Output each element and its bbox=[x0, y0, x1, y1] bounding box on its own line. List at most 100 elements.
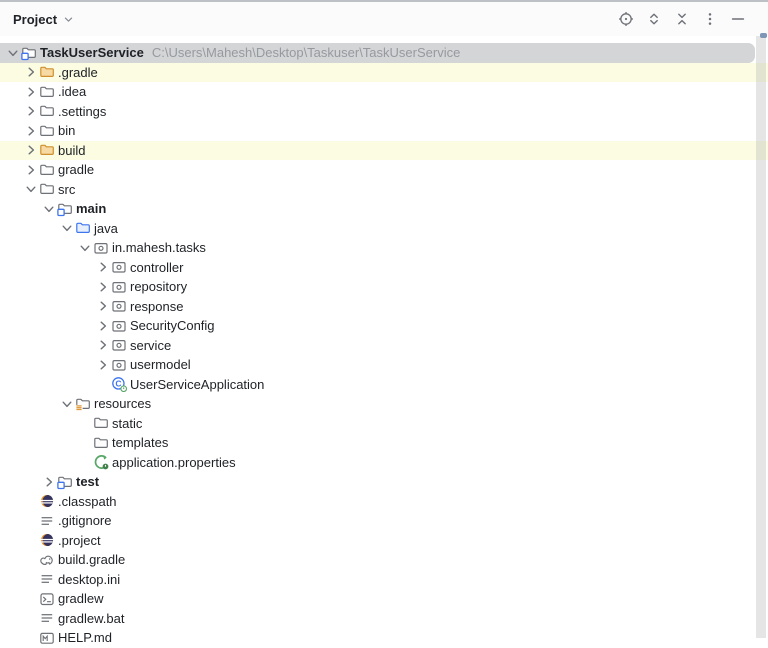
tree-row[interactable]: .idea bbox=[0, 82, 768, 102]
tree-row[interactable]: .settings bbox=[0, 102, 768, 122]
tree-row[interactable]: main bbox=[0, 199, 768, 219]
tree-item-label: build bbox=[58, 143, 85, 158]
tree-row[interactable]: gradle bbox=[0, 160, 768, 180]
tree-row[interactable]: response bbox=[0, 297, 768, 317]
package-icon bbox=[111, 318, 127, 334]
tree-row[interactable]: .gitignore bbox=[0, 511, 768, 531]
tree-row[interactable]: desktop.ini bbox=[0, 570, 768, 590]
chevron-expanded-icon[interactable] bbox=[58, 396, 75, 412]
select-opened-file-icon[interactable] bbox=[618, 11, 634, 27]
chevron-collapsed-icon[interactable] bbox=[40, 474, 57, 490]
tree-row[interactable]: gradlew bbox=[0, 589, 768, 609]
tree-row[interactable]: .project bbox=[0, 531, 768, 551]
chevron-spacer bbox=[22, 591, 39, 607]
tree-item-label: .gradle bbox=[58, 65, 98, 80]
tree-item-label: application.properties bbox=[112, 455, 236, 470]
tree-item-label: SecurityConfig bbox=[130, 318, 215, 333]
chevron-spacer bbox=[76, 454, 93, 470]
text-file-icon bbox=[39, 610, 55, 626]
chevron-collapsed-icon[interactable] bbox=[94, 357, 111, 373]
chevron-expanded-icon[interactable] bbox=[40, 201, 57, 217]
module-folder-icon bbox=[21, 45, 37, 61]
more-options-icon[interactable] bbox=[702, 11, 718, 27]
tree-row[interactable]: templates bbox=[0, 433, 768, 453]
scrollbar-track[interactable] bbox=[756, 36, 766, 638]
tree-row[interactable]: resources bbox=[0, 394, 768, 414]
package-icon bbox=[93, 240, 109, 256]
tree-item-label: main bbox=[76, 201, 106, 216]
tree-row[interactable]: static bbox=[0, 414, 768, 434]
tree-item-label: src bbox=[58, 182, 75, 197]
chevron-expanded-icon[interactable] bbox=[22, 181, 39, 197]
chevron-collapsed-icon[interactable] bbox=[22, 64, 39, 80]
scrollbar-thumb[interactable] bbox=[760, 33, 767, 38]
tree-row[interactable]: usermodel bbox=[0, 355, 768, 375]
tree-item-label: java bbox=[94, 221, 118, 236]
tree-item-label: in.mahesh.tasks bbox=[112, 240, 206, 255]
chevron-collapsed-icon[interactable] bbox=[94, 298, 111, 314]
folder-icon bbox=[39, 123, 55, 139]
tree-row[interactable]: test bbox=[0, 472, 768, 492]
gradle-file-icon bbox=[39, 552, 55, 568]
folder-icon bbox=[93, 415, 109, 431]
tree-item-label: build.gradle bbox=[58, 552, 125, 567]
tree-row[interactable]: gradlew.bat bbox=[0, 609, 768, 629]
project-tree: TaskUserServiceC:\Users\Mahesh\Desktop\T… bbox=[0, 36, 768, 638]
tree-row[interactable]: service bbox=[0, 336, 768, 356]
tree-row[interactable]: build bbox=[0, 141, 768, 161]
svg-text:C: C bbox=[115, 379, 121, 389]
chevron-collapsed-icon[interactable] bbox=[22, 84, 39, 100]
expand-all-icon[interactable] bbox=[646, 11, 662, 27]
tree-item-label: TaskUserService bbox=[40, 45, 144, 60]
eclipse-file-icon bbox=[39, 532, 55, 548]
chevron-expanded-icon[interactable] bbox=[58, 220, 75, 236]
tree-item-label: resources bbox=[94, 396, 151, 411]
chevron-collapsed-icon[interactable] bbox=[94, 337, 111, 353]
tree-item-label: UserServiceApplication bbox=[130, 377, 264, 392]
module-folder-icon bbox=[57, 474, 73, 490]
chevron-expanded-icon[interactable] bbox=[4, 45, 21, 61]
tree-row[interactable]: .classpath bbox=[0, 492, 768, 512]
tree-item-label: static bbox=[112, 416, 142, 431]
hide-panel-icon[interactable] bbox=[730, 11, 746, 27]
tree-row[interactable]: src bbox=[0, 180, 768, 200]
tree-row[interactable]: SecurityConfig bbox=[0, 316, 768, 336]
tree-row[interactable]: application.properties bbox=[0, 453, 768, 473]
java-class-icon: C bbox=[111, 376, 127, 392]
tree-row[interactable]: repository bbox=[0, 277, 768, 297]
tree-item-label: .idea bbox=[58, 84, 86, 99]
chevron-spacer bbox=[22, 571, 39, 587]
folder-icon bbox=[93, 435, 109, 451]
tree-row[interactable]: java bbox=[0, 219, 768, 239]
tree-item-label: gradle bbox=[58, 162, 94, 177]
tree-row[interactable]: build.gradle bbox=[0, 550, 768, 570]
tree-item-label: usermodel bbox=[130, 357, 191, 372]
tree-item-label: repository bbox=[130, 279, 187, 294]
chevron-collapsed-icon[interactable] bbox=[94, 259, 111, 275]
folder-icon bbox=[39, 181, 55, 197]
project-view-switcher[interactable]: Project bbox=[13, 12, 75, 27]
chevron-expanded-icon[interactable] bbox=[76, 240, 93, 256]
package-icon bbox=[111, 279, 127, 295]
tree-row[interactable]: bin bbox=[0, 121, 768, 141]
chevron-collapsed-icon[interactable] bbox=[22, 123, 39, 139]
tree-row[interactable]: .gradle bbox=[0, 63, 768, 83]
chevron-collapsed-icon[interactable] bbox=[94, 318, 111, 334]
collapse-all-icon[interactable] bbox=[674, 11, 690, 27]
tree-row[interactable]: TaskUserServiceC:\Users\Mahesh\Desktop\T… bbox=[0, 43, 755, 63]
chevron-collapsed-icon[interactable] bbox=[22, 162, 39, 178]
tree-item-label: gradlew.bat bbox=[58, 611, 125, 626]
tree-item-label: service bbox=[130, 338, 171, 353]
chevron-down-icon bbox=[62, 13, 75, 26]
chevron-collapsed-icon[interactable] bbox=[94, 279, 111, 295]
tree-row[interactable]: C UserServiceApplication bbox=[0, 375, 768, 395]
tree-item-label: .gitignore bbox=[58, 513, 111, 528]
tree-item-label: templates bbox=[112, 435, 168, 450]
tree-row[interactable]: controller bbox=[0, 258, 768, 278]
chevron-collapsed-icon[interactable] bbox=[22, 142, 39, 158]
tree-item-label: .classpath bbox=[58, 494, 117, 509]
package-icon bbox=[111, 259, 127, 275]
tree-item-label: .settings bbox=[58, 104, 106, 119]
chevron-collapsed-icon[interactable] bbox=[22, 103, 39, 119]
tree-row[interactable]: in.mahesh.tasks bbox=[0, 238, 768, 258]
